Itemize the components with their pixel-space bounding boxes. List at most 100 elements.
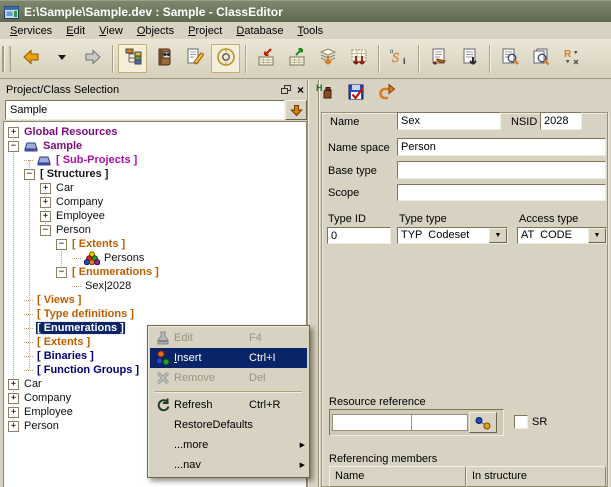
svg-text:i: i (403, 56, 406, 66)
menu-database[interactable]: Database (229, 24, 290, 38)
type-type-dropdown[interactable]: TYP Codeset ▼ (397, 227, 508, 244)
tree-item-extents[interactable]: −[ Extents ] (4, 237, 306, 251)
info-disc-button[interactable] (211, 44, 240, 73)
expand-toggle-icon[interactable]: + (8, 127, 19, 138)
doc-edit-button[interactable] (424, 44, 453, 73)
resource-reference-pick-button[interactable] (469, 412, 497, 433)
tree-item-sex-2028[interactable]: Sex|2028 (4, 279, 306, 293)
menu-edit[interactable]: Edit (59, 24, 92, 38)
context-item-more[interactable]: ...more▶ (150, 435, 307, 455)
tree-item-sample[interactable]: − Sample (4, 139, 306, 153)
context-item-nav[interactable]: ...nav▶ (150, 455, 307, 475)
search-doc-button[interactable] (495, 44, 524, 73)
resource-reference-field-2[interactable] (412, 414, 468, 431)
doc-find-icon (500, 47, 520, 70)
tree-label: Car (55, 182, 75, 194)
expand-toggle-icon[interactable]: + (40, 211, 51, 222)
search-docs-button[interactable] (526, 44, 555, 73)
tree-label: [ Views ] (36, 294, 82, 306)
resource-reference-label: Resource reference (329, 396, 426, 408)
collapse-toggle-icon[interactable]: − (40, 225, 51, 236)
name-input[interactable] (397, 112, 501, 130)
tree-label: [ Enumerations ] (71, 266, 160, 278)
type-id-input[interactable] (327, 227, 391, 244)
edit-form-button[interactable] (180, 44, 209, 73)
collapse-toggle-icon[interactable]: − (8, 141, 19, 152)
column-header-in-structure[interactable]: In structure (466, 466, 606, 487)
doc-export-button[interactable] (455, 44, 484, 73)
menu-services[interactable]: Services (3, 24, 59, 38)
package-down-button[interactable] (313, 44, 342, 73)
expand-toggle-icon[interactable]: + (8, 421, 19, 432)
tree-label: Person (23, 420, 60, 432)
float-panel-icon[interactable] (281, 85, 292, 95)
menu-tools[interactable]: Tools (290, 24, 330, 38)
class-tree-button[interactable] (118, 44, 147, 73)
close-panel-icon[interactable]: × (297, 85, 304, 95)
main-toolbar: Soi R (0, 39, 611, 79)
back-button[interactable] (16, 44, 45, 73)
forward-button[interactable] (78, 44, 107, 73)
expand-toggle-icon[interactable]: + (8, 393, 19, 404)
collapse-toggle-icon[interactable]: − (56, 267, 67, 278)
r-nav-button[interactable]: R (557, 44, 586, 73)
collapse-toggle-icon[interactable]: − (56, 239, 67, 250)
toolbar-gripper[interactable] (4, 46, 11, 72)
expand-toggle-icon[interactable]: + (8, 379, 19, 390)
remove-x-icon (152, 370, 174, 386)
r-nav-icon: R (562, 47, 582, 70)
expand-toggle-icon[interactable]: + (40, 197, 51, 208)
tree-item-persons[interactable]: Persons (4, 251, 306, 265)
tree-item-company[interactable]: +Company (4, 195, 306, 209)
access-type-dropdown-button[interactable]: ▼ (588, 228, 606, 243)
context-item-remove: RemoveDel (150, 368, 307, 388)
column-header-name[interactable]: Name (329, 466, 466, 487)
scope-label: Scope (328, 187, 359, 199)
table-down-button[interactable] (344, 44, 373, 73)
stamp-icon (152, 330, 174, 346)
context-item-insert[interactable]: InsertCtrl+I (150, 348, 307, 368)
context-item-refresh[interactable]: RefreshCtrl+R (150, 395, 307, 415)
nsid-input[interactable] (540, 112, 582, 130)
tree-item-global-resources[interactable]: +Global Resources (4, 125, 306, 139)
context-item-restoredefaults[interactable]: RestoreDefaults (150, 415, 307, 435)
type-type-dropdown-button[interactable]: ▼ (489, 228, 507, 243)
tree-item-employee[interactable]: +Employee (4, 209, 306, 223)
expand-toggle-icon[interactable]: + (40, 183, 51, 194)
back-history-button[interactable] (47, 44, 76, 73)
classeditor-window: E:\Sample\Sample.dev : Sample - ClassEdi… (0, 0, 611, 487)
type-type-value: TYP Codeset (398, 228, 489, 243)
collapse-toggle-icon[interactable]: − (24, 169, 35, 180)
tree-label: Sample (42, 140, 83, 152)
sr-checkbox[interactable] (514, 415, 528, 429)
catalog-button[interactable] (149, 44, 178, 73)
menu-project[interactable]: Project (181, 24, 229, 38)
tree-item-car[interactable]: + Car (4, 181, 306, 195)
history-button[interactable]: H (315, 82, 335, 105)
base-type-input[interactable] (397, 161, 606, 179)
tree-item-enumerations[interactable]: −[ Enumerations ] (4, 265, 306, 279)
tree-item-sub-projects[interactable]: [ Sub-Projects ] (4, 153, 306, 167)
sr-label: SR (532, 416, 547, 428)
tree-label: [ Sub-Projects ] (55, 154, 138, 166)
project-selector-input[interactable] (5, 100, 285, 120)
tree-item-structures[interactable]: −[ Structures ] (4, 167, 306, 181)
hierarchy-icon (123, 47, 143, 70)
tree-item-views[interactable]: [ Views ] (4, 293, 306, 307)
import-red-button[interactable] (251, 44, 280, 73)
tree-item-person[interactable]: −Person (4, 223, 306, 237)
script-info-button[interactable]: Soi (384, 44, 413, 73)
revert-button[interactable] (377, 82, 397, 105)
namespace-input[interactable] (397, 138, 606, 156)
menu-view[interactable]: View (92, 24, 130, 38)
scope-input[interactable] (397, 184, 606, 201)
save-button[interactable] (346, 82, 366, 105)
menu-objects[interactable]: Objects (130, 24, 181, 38)
expand-toggle-icon[interactable]: + (8, 407, 19, 418)
tree-item-type-definitions[interactable]: [ Type definitions ] (4, 307, 306, 321)
resource-reference-field-1[interactable] (332, 414, 412, 431)
script-info-icon: Soi (389, 47, 409, 70)
import-green-button[interactable] (282, 44, 311, 73)
access-type-dropdown[interactable]: AT CODE ▼ (517, 227, 607, 244)
project-selector-go-button[interactable] (285, 100, 307, 120)
